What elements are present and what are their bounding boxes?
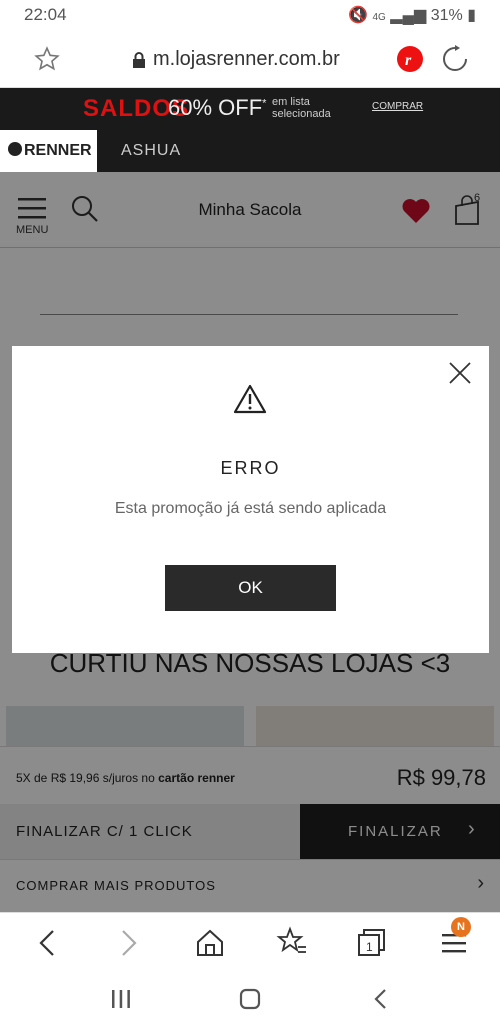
promo-small-text: em lista selecionada (272, 96, 331, 120)
renner-brand-icon (8, 142, 22, 156)
dialog-title: ERRO (220, 458, 281, 478)
status-time: 22:04 (24, 5, 67, 24)
forward-icon[interactable] (108, 923, 148, 963)
reload-icon[interactable] (441, 45, 469, 73)
back-icon[interactable] (28, 923, 68, 963)
mute-icon: 🔇 (348, 7, 369, 24)
brand-tabs: RENNER ASHUA (0, 130, 500, 172)
warning-icon (233, 384, 267, 414)
renner-logo-icon[interactable]: r (397, 46, 423, 72)
promo-comprar-link[interactable]: COMPRAR (372, 101, 423, 112)
close-icon[interactable] (447, 360, 473, 386)
promo-banner[interactable]: SALDOS 60% OFF* em lista selecionada COM… (0, 88, 500, 130)
network-type: 4G (372, 12, 386, 23)
url-text[interactable]: m.lojasrenner.com.br (153, 48, 340, 71)
battery-percent: 31% (430, 7, 463, 24)
bookmark-star-icon[interactable] (34, 46, 60, 72)
status-right: 🔇 4G ▂▄▆ 31% ▮ (348, 5, 476, 25)
ok-button[interactable]: OK (165, 565, 336, 611)
browser-url-bar: m.lojasrenner.com.br r (0, 32, 500, 88)
home-icon[interactable] (190, 923, 230, 963)
dialog-message: Esta promoção já está sendo aplicada (114, 500, 387, 517)
browser-toolbar: 1 (0, 912, 500, 970)
status-bar: 22:04 🔇 4G ▂▄▆ 31% ▮ (0, 0, 500, 32)
tab-count: 1 (366, 940, 373, 954)
tab-renner[interactable]: RENNER (0, 130, 97, 172)
promo-off: 60% OFF* (168, 95, 267, 120)
signal-icon: ▂▄▆ (390, 7, 427, 24)
menu-badge: N (451, 917, 471, 937)
system-nav-bar (0, 970, 500, 1028)
svg-text:r: r (405, 52, 412, 69)
error-dialog: ERRO Esta promoção já está sendo aplicad… (12, 346, 489, 653)
home-nav-icon[interactable] (235, 984, 265, 1014)
battery-icon: ▮ (467, 7, 476, 24)
back-nav-icon[interactable] (366, 984, 396, 1014)
recent-apps-icon[interactable] (106, 984, 136, 1014)
tab-ashua[interactable]: ASHUA (121, 142, 181, 160)
bookmarks-icon[interactable] (272, 923, 312, 963)
lock-icon (133, 52, 145, 68)
